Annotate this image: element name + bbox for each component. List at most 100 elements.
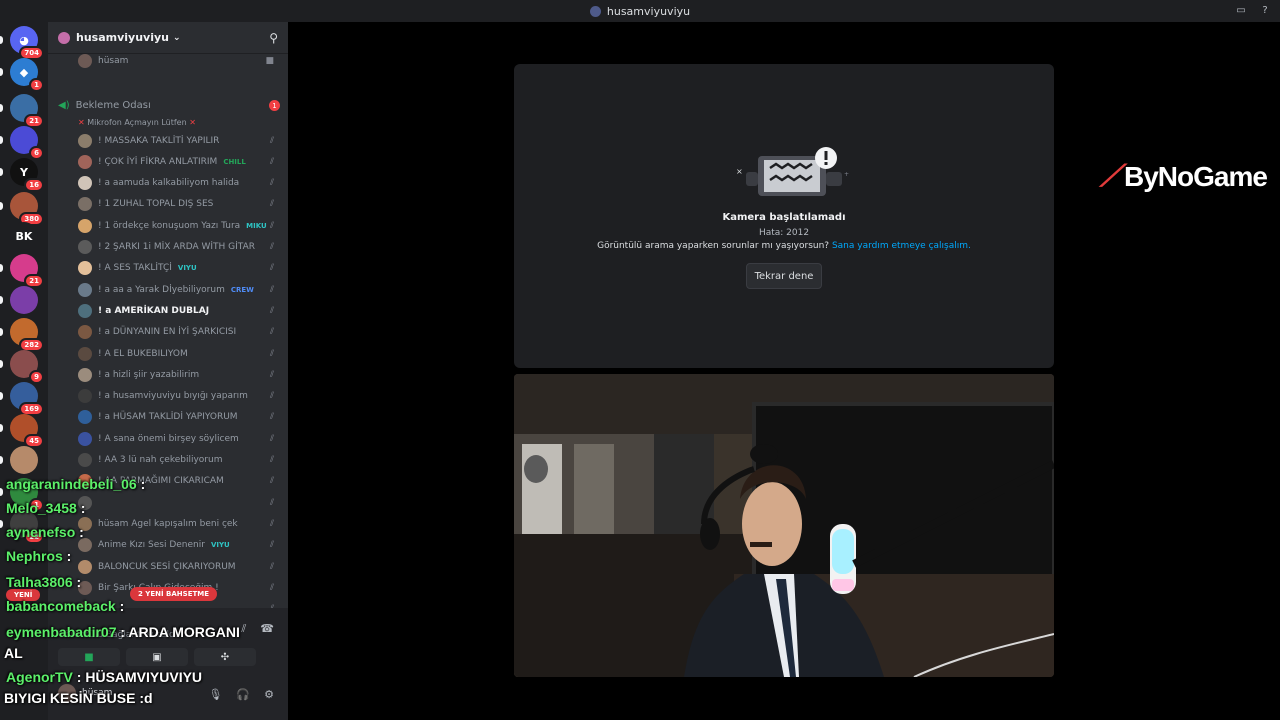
server-icon[interactable]: Y 16 xyxy=(10,158,44,192)
retry-button[interactable]: Tekrar dene xyxy=(746,263,822,289)
avatar xyxy=(78,282,92,297)
chat-username: Nephros xyxy=(6,548,63,564)
user-name: ! ÇOK İYİ FİKRA ANLATIRIM xyxy=(98,156,218,167)
voice-user-row[interactable]: BALONCUK SESİ ÇIKARIYORUM ⫽ xyxy=(48,556,280,577)
voice-user-row[interactable]: ! AA 3 lü nah çekebiliyorum ⫽ xyxy=(48,450,280,471)
chat-line: Melo_3458 : xyxy=(6,500,85,516)
server-icon xyxy=(58,31,70,44)
server-icon[interactable]: 21 xyxy=(10,254,44,288)
user-tag: VIYU xyxy=(210,541,230,550)
voice-channel-topic-text: Mikrofon Açmayın Lütfen xyxy=(87,118,187,127)
voice-user-row[interactable]: ! MASSAKA TAKLİTİ YAPILIR ⫽ xyxy=(48,130,280,151)
chat-separator: : xyxy=(76,500,86,516)
help-link[interactable]: Sana yardım etmeye çalışalım. xyxy=(832,241,971,251)
server-icon[interactable]: ◕ 704 xyxy=(10,26,44,60)
webcam-feed xyxy=(514,374,1054,677)
muted-icon: ⫽ xyxy=(269,220,274,231)
bolt-icon: ⟋ xyxy=(1100,160,1121,193)
server-icon[interactable]: 9 xyxy=(10,350,44,384)
screen-share-button[interactable]: ▣ xyxy=(126,648,188,666)
chat-line: babancomeback : xyxy=(6,598,124,614)
unread-pill xyxy=(0,328,3,336)
voice-user-row[interactable]: hüsam ■ xyxy=(48,50,280,71)
avatar xyxy=(78,197,92,212)
muted-icon: ⫽ xyxy=(269,561,274,572)
inbox-icon[interactable]: ▭ xyxy=(1234,3,1248,17)
voice-channel[interactable]: ◀) Bekleme Odası 1 xyxy=(58,100,280,111)
avatar xyxy=(78,53,92,68)
microphone-icon[interactable]: 🎙 xyxy=(208,688,222,701)
muted-icon: ⫽ xyxy=(269,518,274,529)
avatar xyxy=(78,325,92,340)
voice-user-row[interactable]: ! A EL BUKEBILIYOM ⫽ xyxy=(48,343,280,364)
unread-pill xyxy=(0,296,3,304)
chat-separator: : xyxy=(72,669,86,685)
muted-icon: ⫽ xyxy=(269,178,274,189)
chat-line: BIYIGI KESİN BUSE :d xyxy=(4,690,153,706)
voice-user-row[interactable]: ! 2 ŞARKI 1i MİX ARDA WİTH GİTAR ⫽ xyxy=(48,237,280,258)
new-mentions-pill[interactable]: 2 YENİ BAHSETME xyxy=(130,587,218,601)
muted-icon: ⫽ xyxy=(269,582,274,593)
chat-username: Melo_3458 xyxy=(6,500,77,516)
unread-pill xyxy=(0,68,3,76)
voice-user-row[interactable]: ! 1 ZUHAL TOPAL DIŞ SES ⫽ xyxy=(48,194,280,215)
voice-user-row[interactable]: ! a AMERİKAN DUBLAJ ⫽ xyxy=(48,300,280,321)
avatar xyxy=(78,453,92,467)
activities-button[interactable]: ✣ xyxy=(194,648,256,666)
voice-user-row[interactable]: ! a hizli şiir yazabilirim ⫽ xyxy=(48,364,280,385)
invite-icon[interactable]: ⚲ xyxy=(269,31,278,45)
server-icon[interactable]: 380 xyxy=(10,192,44,226)
noise-suppression-icon[interactable]: ⫽ xyxy=(241,622,246,636)
settings-icon[interactable]: ⚙ xyxy=(264,688,274,701)
voice-channel-name: Bekleme Odası xyxy=(75,100,151,111)
camera-button[interactable]: ■ xyxy=(58,648,120,666)
avatar xyxy=(78,240,92,254)
avatar xyxy=(78,176,92,191)
mention-badge: 9 xyxy=(29,370,44,384)
muted-icon: ⫽ xyxy=(269,135,274,146)
voice-user-row[interactable]: ! a aa a Yarak Dİyebiliyorum CREW ⫽ xyxy=(48,279,280,300)
server-icon[interactable]: 21 xyxy=(10,94,44,128)
avatar xyxy=(78,218,92,233)
svg-text:×: × xyxy=(736,167,743,176)
voice-user-row[interactable]: ! 1 ördekçe konuşuom Yazı Tura MIKU ⫽ xyxy=(48,215,280,236)
activities-icon: ✣ xyxy=(220,651,230,663)
server-list: ◕ 704 ◆ 1 21 6 Y 16 380 BK 21 282 9 169 45 1 22 xyxy=(0,22,48,720)
voice-user-row[interactable]: ! a DÜNYANIN EN İYİ ŞARKICISI ⫽ xyxy=(48,322,280,343)
server-icon[interactable]: 169 xyxy=(10,382,44,416)
server-icon[interactable]: 6 xyxy=(10,126,44,160)
user-name: ! a aa a Yarak Dİyebiliyorum xyxy=(98,284,225,295)
user-name: BALONCUK SESİ ÇIKARIYORUM xyxy=(98,561,236,572)
unread-pill xyxy=(0,104,3,112)
voice-user-row[interactable]: ! a HÜSAM TAKLİDİ YAPIYORUM ⫽ xyxy=(48,407,280,428)
muted-icon: ⫽ xyxy=(269,305,274,316)
avatar xyxy=(78,133,92,148)
server-icon[interactable]: BK xyxy=(10,222,38,250)
voice-user-row[interactable]: ! A SES TAKLİTÇİ VIYU ⫽ xyxy=(48,258,280,279)
chat-separator: : xyxy=(115,598,125,614)
server-icon[interactable] xyxy=(10,446,38,474)
muted-icon: ⫽ xyxy=(269,369,274,380)
chat-line: aynenefso : xyxy=(6,524,84,540)
voice-user-row[interactable]: ! a aamuda kalkabiliyom halida ⫽ xyxy=(48,173,280,194)
server-icon[interactable]: ◆ 1 xyxy=(10,58,44,92)
server-icon[interactable]: 45 xyxy=(10,414,44,448)
chat-username: Talha3806 xyxy=(6,574,73,590)
voice-user-row[interactable]: ! a husamviyuviyu bıyığı yaparım ⫽ xyxy=(48,386,280,407)
title-avatar xyxy=(589,5,601,17)
headphones-icon[interactable]: 🎧 xyxy=(236,688,250,701)
title-bar: husamviyuviyu ▭ ? xyxy=(0,0,1280,22)
user-name: hüsam Agel kapışalım beni çek xyxy=(98,518,238,529)
help-icon[interactable]: ? xyxy=(1258,3,1272,17)
chat-line: eymenbabadir07 : ARDA MORGANI xyxy=(6,624,240,640)
server-icon[interactable]: 282 xyxy=(10,318,44,352)
chat-message: AL xyxy=(4,645,23,661)
voice-user-row[interactable]: ! A sana önemi birşey söylicem ⫽ xyxy=(48,428,280,449)
server-icon[interactable] xyxy=(10,286,38,314)
user-name: ! A SES TAKLİTÇİ xyxy=(98,263,172,274)
voice-user-row[interactable]: ! ÇOK İYİ FİKRA ANLATIRIM CHILL ⫽ xyxy=(48,151,280,172)
disconnect-icon[interactable]: ☎ xyxy=(260,622,274,636)
muted-icon: ⫽ xyxy=(269,391,274,402)
user-tag: CHILL xyxy=(223,157,246,166)
mention-badge: 6 xyxy=(29,146,44,160)
